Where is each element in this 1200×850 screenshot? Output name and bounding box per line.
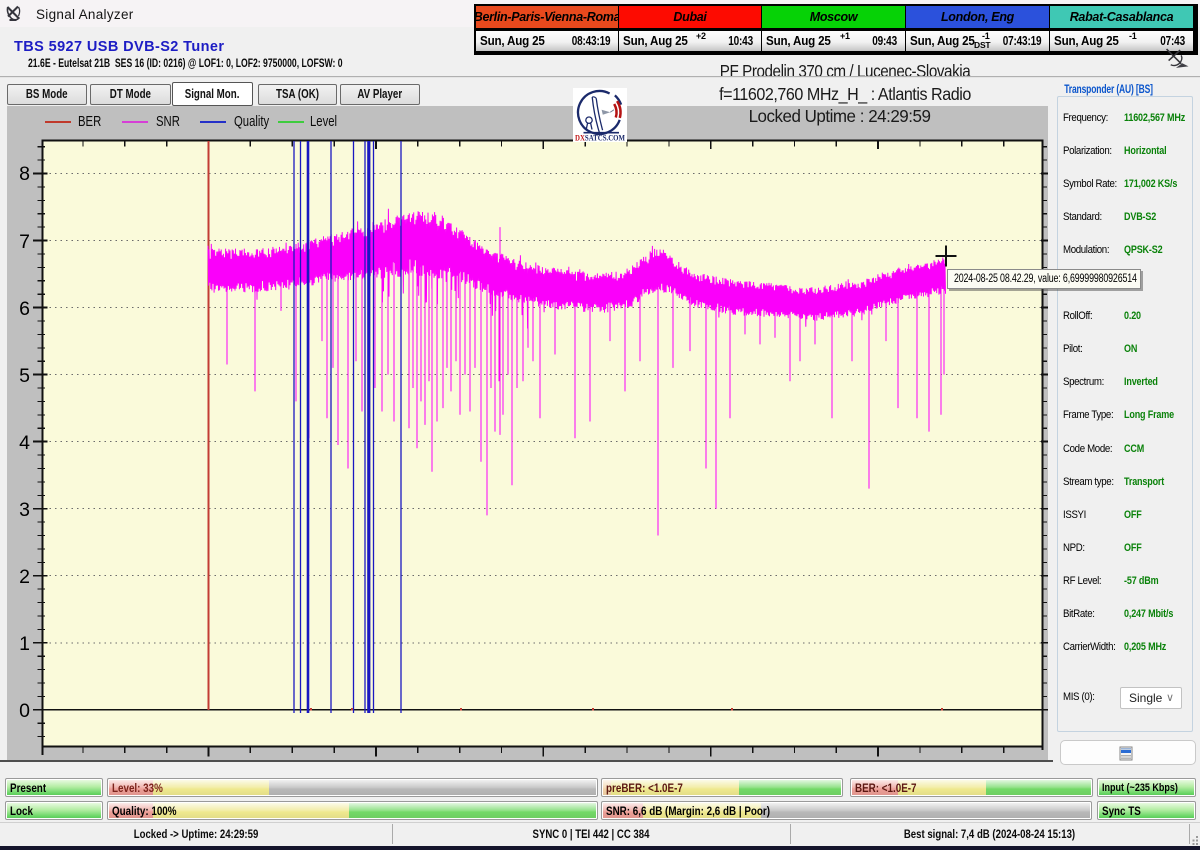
svg-text:8: 8 [19, 163, 30, 185]
svg-text:DXSATCS.COM: DXSATCS.COM [575, 134, 625, 143]
svg-text:7: 7 [19, 231, 30, 253]
svg-text:4: 4 [19, 432, 30, 454]
svg-text:2: 2 [19, 566, 30, 588]
svg-text:0: 0 [19, 700, 30, 722]
svg-text:6: 6 [19, 298, 30, 320]
svg-text:1: 1 [19, 633, 30, 655]
svg-text:3: 3 [19, 499, 30, 521]
svg-text:5: 5 [19, 365, 30, 387]
